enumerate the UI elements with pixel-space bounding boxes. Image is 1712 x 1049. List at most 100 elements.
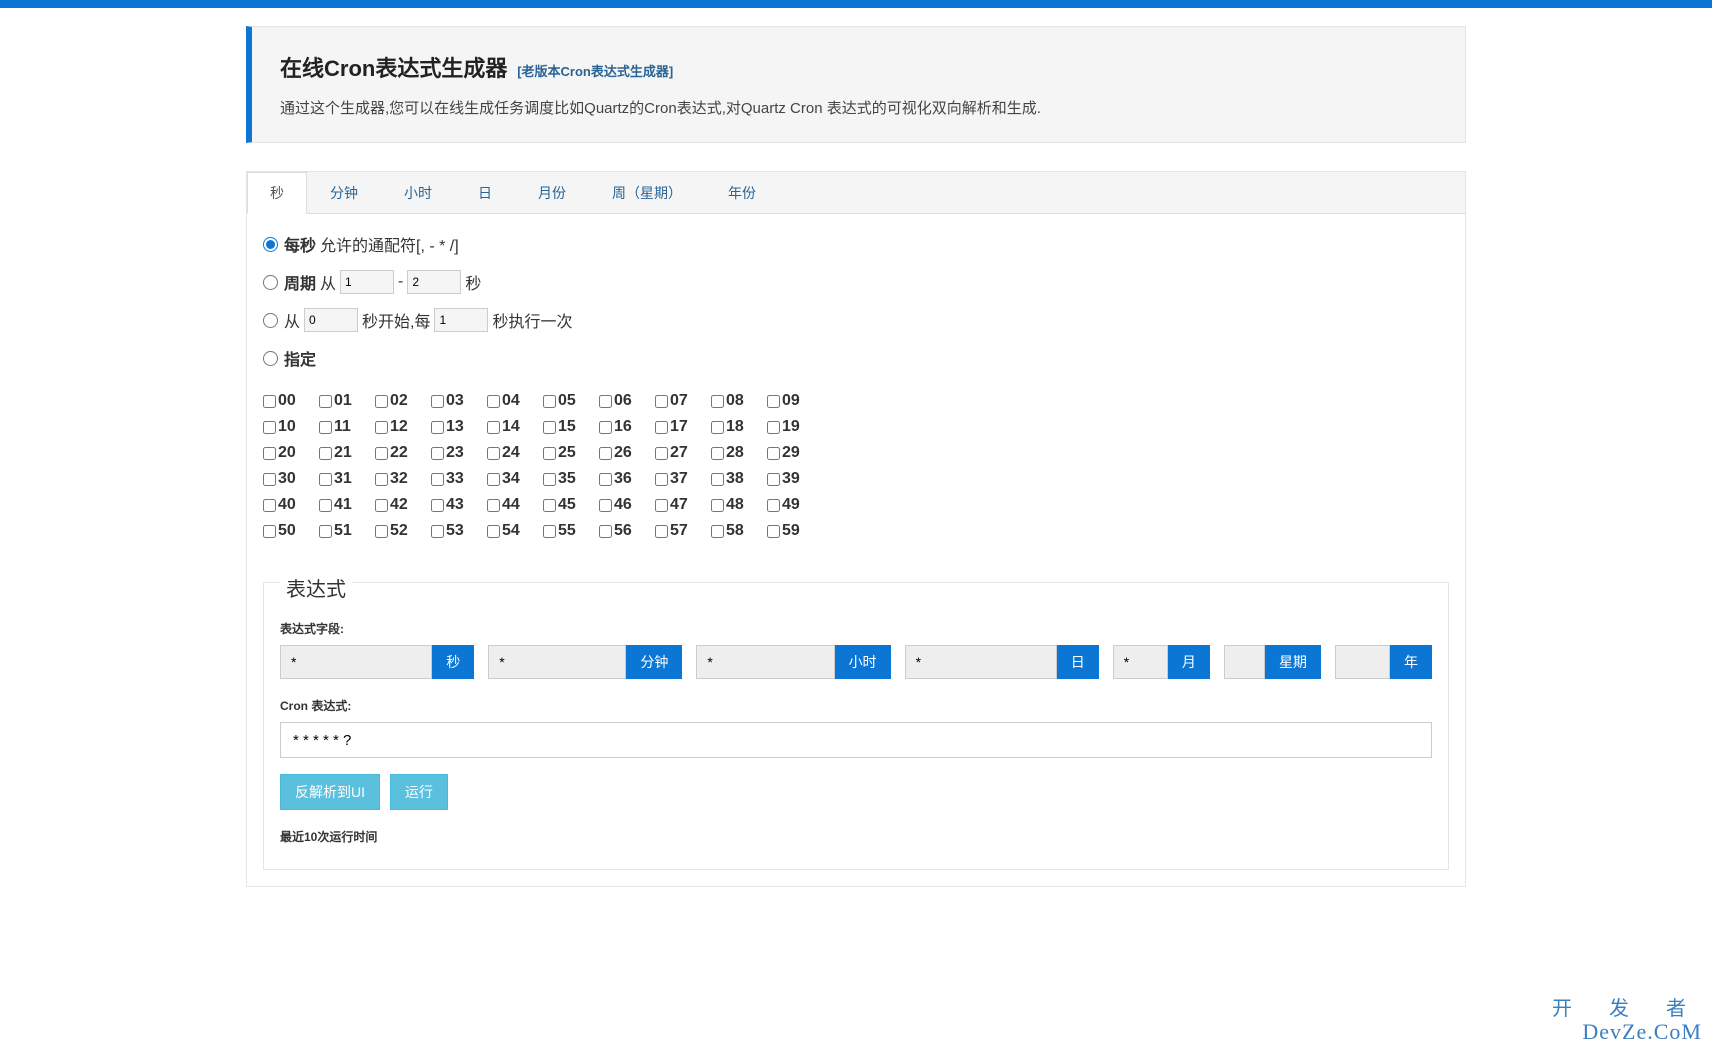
checkbox-input[interactable] xyxy=(375,395,388,408)
tab-month[interactable]: 月份 xyxy=(515,172,589,213)
second-checkbox-31[interactable]: 31 xyxy=(319,470,371,488)
checkbox-input[interactable] xyxy=(543,395,556,408)
second-checkbox-58[interactable]: 58 xyxy=(711,522,763,540)
checkbox-input[interactable] xyxy=(263,525,276,538)
parse-to-ui-button[interactable]: 反解析到UI xyxy=(280,774,380,810)
field-input-日[interactable] xyxy=(905,645,1057,679)
second-checkbox-25[interactable]: 25 xyxy=(543,444,595,462)
field-input-星期[interactable] xyxy=(1224,645,1265,679)
checkbox-input[interactable] xyxy=(655,395,668,408)
tab-week[interactable]: 周（星期） xyxy=(589,172,705,213)
checkbox-input[interactable] xyxy=(767,473,780,486)
second-checkbox-26[interactable]: 26 xyxy=(599,444,651,462)
checkbox-input[interactable] xyxy=(319,499,332,512)
checkbox-input[interactable] xyxy=(655,499,668,512)
field-input-年[interactable] xyxy=(1335,645,1390,679)
second-checkbox-11[interactable]: 11 xyxy=(319,418,371,436)
checkbox-input[interactable] xyxy=(767,499,780,512)
checkbox-input[interactable] xyxy=(599,421,612,434)
tab-year[interactable]: 年份 xyxy=(705,172,779,213)
second-checkbox-55[interactable]: 55 xyxy=(543,522,595,540)
second-checkbox-39[interactable]: 39 xyxy=(767,470,819,488)
second-checkbox-14[interactable]: 14 xyxy=(487,418,539,436)
cron-expression-input[interactable] xyxy=(280,722,1432,758)
checkbox-input[interactable] xyxy=(543,525,556,538)
second-checkbox-27[interactable]: 27 xyxy=(655,444,707,462)
second-checkbox-51[interactable]: 51 xyxy=(319,522,371,540)
checkbox-input[interactable] xyxy=(711,525,724,538)
checkbox-input[interactable] xyxy=(319,525,332,538)
checkbox-input[interactable] xyxy=(487,395,500,408)
checkbox-input[interactable] xyxy=(375,421,388,434)
second-checkbox-04[interactable]: 04 xyxy=(487,392,539,410)
second-checkbox-32[interactable]: 32 xyxy=(375,470,427,488)
second-checkbox-44[interactable]: 44 xyxy=(487,496,539,514)
checkbox-input[interactable] xyxy=(767,421,780,434)
checkbox-input[interactable] xyxy=(431,473,444,486)
radio-period[interactable] xyxy=(263,275,278,290)
second-checkbox-21[interactable]: 21 xyxy=(319,444,371,462)
checkbox-input[interactable] xyxy=(655,473,668,486)
run-button[interactable]: 运行 xyxy=(390,774,448,810)
old-version-link[interactable]: [老版本Cron表达式生成器] xyxy=(517,64,673,79)
checkbox-input[interactable] xyxy=(375,525,388,538)
second-checkbox-41[interactable]: 41 xyxy=(319,496,371,514)
tab-day[interactable]: 日 xyxy=(455,172,515,213)
second-checkbox-35[interactable]: 35 xyxy=(543,470,595,488)
second-checkbox-08[interactable]: 08 xyxy=(711,392,763,410)
second-checkbox-40[interactable]: 40 xyxy=(263,496,315,514)
second-checkbox-00[interactable]: 00 xyxy=(263,392,315,410)
checkbox-input[interactable] xyxy=(263,499,276,512)
second-checkbox-47[interactable]: 47 xyxy=(655,496,707,514)
second-checkbox-30[interactable]: 30 xyxy=(263,470,315,488)
checkbox-input[interactable] xyxy=(263,447,276,460)
input-period-end[interactable] xyxy=(407,270,461,294)
input-period-start[interactable] xyxy=(340,270,394,294)
second-checkbox-43[interactable]: 43 xyxy=(431,496,483,514)
second-checkbox-18[interactable]: 18 xyxy=(711,418,763,436)
checkbox-input[interactable] xyxy=(599,525,612,538)
checkbox-input[interactable] xyxy=(767,447,780,460)
field-input-分钟[interactable] xyxy=(488,645,626,679)
second-checkbox-13[interactable]: 13 xyxy=(431,418,483,436)
second-checkbox-07[interactable]: 07 xyxy=(655,392,707,410)
second-checkbox-49[interactable]: 49 xyxy=(767,496,819,514)
checkbox-input[interactable] xyxy=(319,421,332,434)
second-checkbox-16[interactable]: 16 xyxy=(599,418,651,436)
checkbox-input[interactable] xyxy=(767,395,780,408)
checkbox-input[interactable] xyxy=(655,447,668,460)
second-checkbox-50[interactable]: 50 xyxy=(263,522,315,540)
checkbox-input[interactable] xyxy=(263,421,276,434)
second-checkbox-59[interactable]: 59 xyxy=(767,522,819,540)
checkbox-input[interactable] xyxy=(543,499,556,512)
second-checkbox-23[interactable]: 23 xyxy=(431,444,483,462)
second-checkbox-29[interactable]: 29 xyxy=(767,444,819,462)
second-checkbox-54[interactable]: 54 xyxy=(487,522,539,540)
checkbox-input[interactable] xyxy=(375,447,388,460)
second-checkbox-10[interactable]: 10 xyxy=(263,418,315,436)
checkbox-input[interactable] xyxy=(543,447,556,460)
second-checkbox-17[interactable]: 17 xyxy=(655,418,707,436)
tab-minutes[interactable]: 分钟 xyxy=(307,172,381,213)
checkbox-input[interactable] xyxy=(487,525,500,538)
checkbox-input[interactable] xyxy=(711,473,724,486)
checkbox-input[interactable] xyxy=(375,499,388,512)
second-checkbox-24[interactable]: 24 xyxy=(487,444,539,462)
second-checkbox-01[interactable]: 01 xyxy=(319,392,371,410)
second-checkbox-15[interactable]: 15 xyxy=(543,418,595,436)
second-checkbox-57[interactable]: 57 xyxy=(655,522,707,540)
checkbox-input[interactable] xyxy=(431,525,444,538)
checkbox-input[interactable] xyxy=(655,421,668,434)
checkbox-input[interactable] xyxy=(767,525,780,538)
checkbox-input[interactable] xyxy=(655,525,668,538)
checkbox-input[interactable] xyxy=(599,395,612,408)
checkbox-input[interactable] xyxy=(263,473,276,486)
checkbox-input[interactable] xyxy=(711,499,724,512)
checkbox-input[interactable] xyxy=(375,473,388,486)
radio-interval[interactable] xyxy=(263,313,278,328)
second-checkbox-06[interactable]: 06 xyxy=(599,392,651,410)
tab-seconds[interactable]: 秒 xyxy=(247,172,307,214)
checkbox-input[interactable] xyxy=(431,395,444,408)
input-interval-start[interactable] xyxy=(304,308,358,332)
checkbox-input[interactable] xyxy=(487,499,500,512)
